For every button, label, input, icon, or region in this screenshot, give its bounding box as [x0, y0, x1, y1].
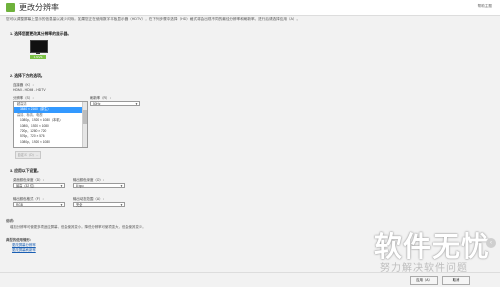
dynamic-range-value: 完全 [76, 203, 83, 207]
chevron-down-icon: ▼ [120, 184, 123, 188]
monitor-label: 1.NVS [30, 55, 46, 59]
chevron-down-icon: ▼ [120, 203, 123, 207]
connector-label: 连接器（K）： [13, 83, 36, 87]
refresh-rate-select[interactable]: 50Hz ▼ [90, 101, 140, 106]
resolution-label: 分辨率（S）： [13, 96, 36, 100]
page-title: 更改分辨率 [19, 3, 59, 12]
monitor-stand-icon [36, 52, 40, 54]
output-format-value: RGB [16, 203, 23, 207]
output-depth-select[interactable]: 8 bpc ▼ [73, 183, 125, 188]
chevron-down-icon: ▼ [60, 184, 63, 188]
dynamic-range-label: 输出动态范围（U）： [73, 197, 106, 201]
resolution-list[interactable]: 超高清 3840 × 2160（原生） 高清、标清、电视 1080p，1920 … [13, 101, 88, 148]
output-depth-label: 输出颜色深度（O）： [73, 178, 107, 182]
customize-button[interactable]: 自定义（D）... [15, 151, 41, 159]
cancel-button[interactable]: 取消 [442, 276, 470, 285]
typical-link[interactable]: 更改屏幕刷新率 [12, 247, 36, 252]
header-bar [0, 0, 500, 16]
step1-title: 1. 选择您要更改其分辨率的显示器。 [10, 32, 72, 36]
nvidia-icon [6, 3, 15, 12]
connector-value: HDMI - HDMI - HDTV [13, 88, 46, 92]
intro-text: 您可以调整屏幕上显示的信息量以减少闪烁。如果您正在使用数字平板显示器（HDTV）… [6, 17, 301, 21]
step2-title: 2. 选择下方的选项。 [10, 74, 45, 78]
dynamic-range-select[interactable]: 完全 ▼ [73, 202, 125, 207]
list-item[interactable]: 1080p，1920 × 1080 [14, 140, 87, 145]
description-text: 增加分辨率可使更多项适应屏幕，但会使其变小。降低分辨率可使项变大，但会使其变少。 [10, 225, 146, 229]
refresh-label: 刷新率（R）： [90, 96, 113, 100]
footer-bar: 应用（A） 取消 [0, 272, 500, 287]
scroll-up-icon[interactable]: ‹ [486, 238, 496, 248]
scroll-thumb[interactable] [83, 110, 87, 124]
output-format-select[interactable]: RGB ▼ [13, 202, 65, 207]
refresh-rate-value: 50Hz [93, 102, 101, 106]
desktop-color-value: 最高（32 位） [16, 184, 37, 188]
apply-button[interactable]: 应用（A） [410, 276, 438, 285]
color-format-label: 桌面颜色深度（D）： [13, 178, 46, 182]
output-format-label: 输出颜色格式（F）： [13, 197, 46, 201]
step3-title: 3. 应用以下设置。 [10, 169, 41, 173]
chevron-down-icon: ▼ [60, 203, 63, 207]
description-title: 说明： [6, 219, 17, 223]
help-link[interactable]: 帮助主题 [478, 4, 492, 9]
chevron-down-icon: ▼ [135, 102, 138, 106]
desktop-color-select[interactable]: 最高（32 位） ▼ [13, 183, 65, 188]
output-depth-value: 8 bpc [76, 184, 84, 188]
list-scrollbar[interactable] [82, 102, 87, 147]
